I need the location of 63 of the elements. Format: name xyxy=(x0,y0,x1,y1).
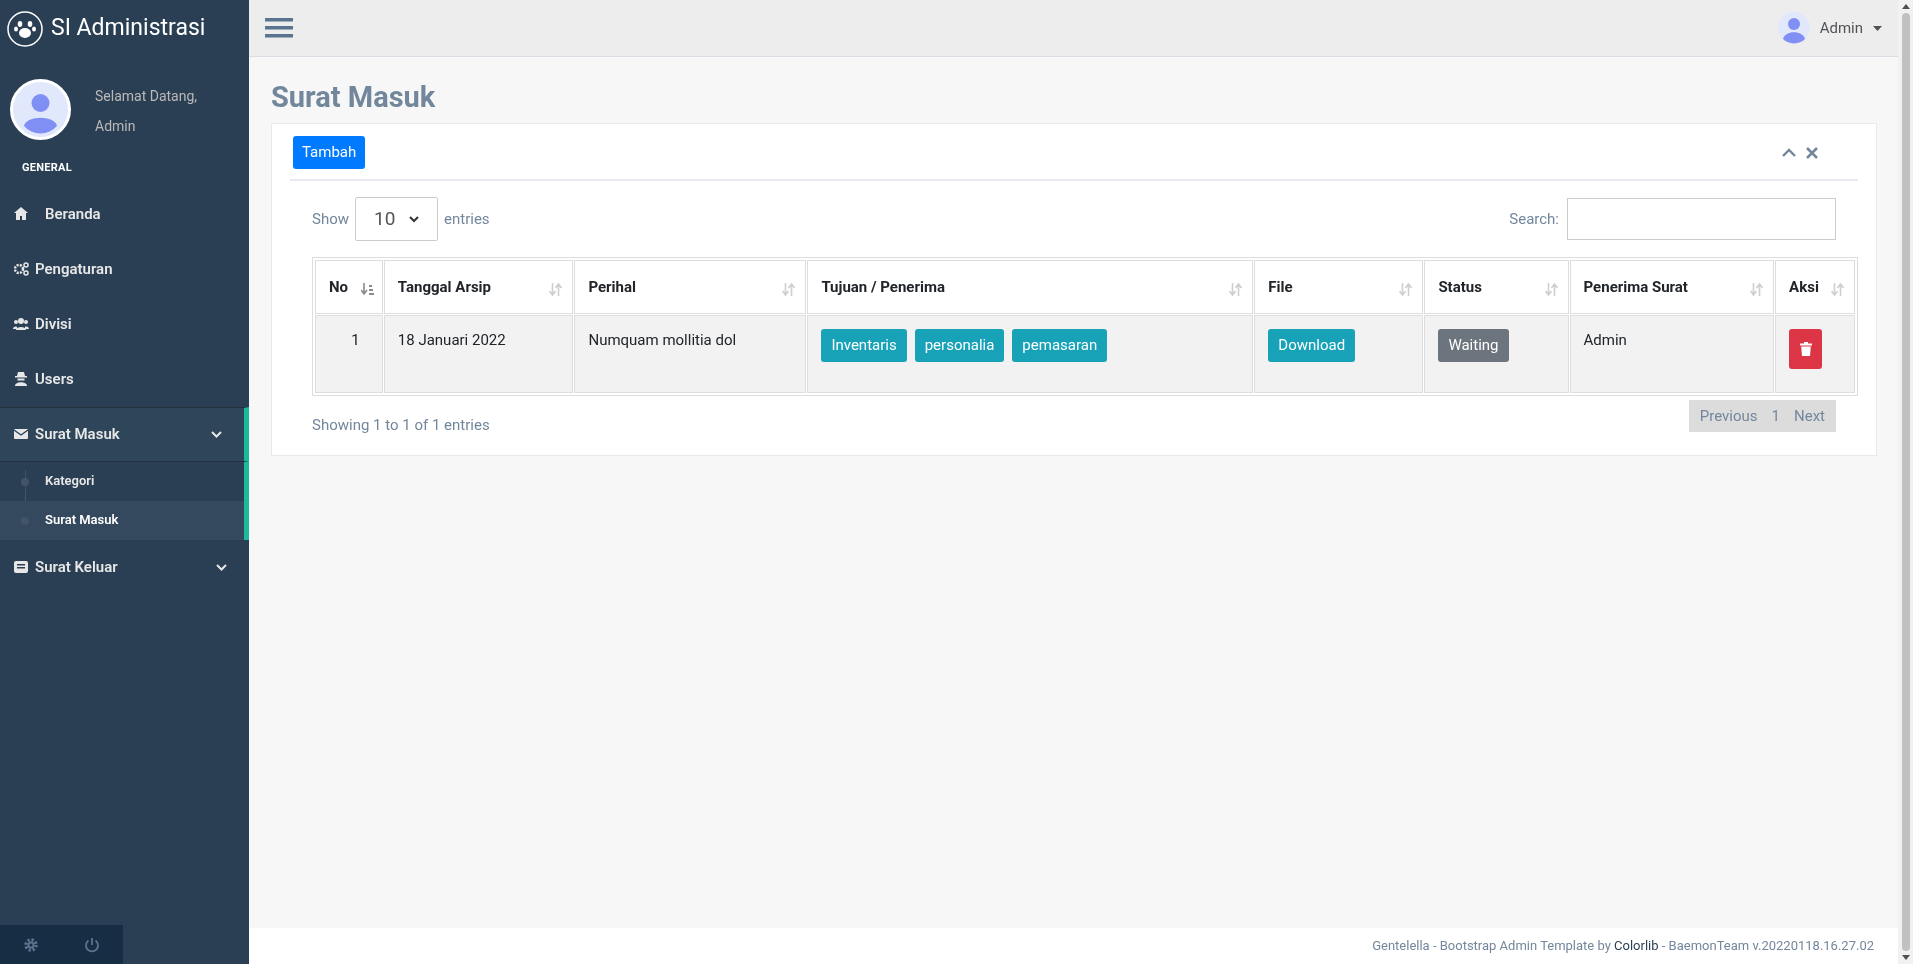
entries-label: entries xyxy=(444,208,490,230)
users-icon xyxy=(13,316,29,332)
sort-icon xyxy=(1544,282,1558,296)
power-icon[interactable] xyxy=(84,936,101,953)
menu-item[interactable]: Beranda xyxy=(0,186,249,242)
table-cell: Numquam mollitia dol xyxy=(588,331,737,349)
chevron-down-icon xyxy=(216,563,227,571)
menu-icon[interactable] xyxy=(265,16,293,40)
recipient-badge: personalia xyxy=(914,329,1005,362)
page-size-select[interactable]: 10 xyxy=(355,197,438,241)
recipient-badge: pemasaran xyxy=(1012,329,1108,362)
caret-icon xyxy=(1873,25,1882,31)
menu-item[interactable]: Users xyxy=(0,351,249,407)
menu-item[interactable]: Divisi xyxy=(0,296,249,352)
delete-button[interactable] xyxy=(1789,329,1823,369)
sort-icon xyxy=(1750,282,1764,296)
submenu-item[interactable]: Surat Masuk xyxy=(0,500,244,540)
sort-ascending-icon xyxy=(360,282,374,296)
section-label: GENERAL xyxy=(21,160,73,176)
table-cell: Admin xyxy=(1583,331,1627,349)
collapse-icon[interactable] xyxy=(1782,148,1796,157)
page-title: Surat Masuk xyxy=(271,81,437,113)
table-cell: 18 Januari 2022 xyxy=(397,331,506,349)
welcome-text: Selamat Datang, xyxy=(95,87,198,106)
envelope-icon xyxy=(13,426,29,442)
search-label: Search: xyxy=(1509,208,1559,230)
settings-icon[interactable] xyxy=(22,936,39,953)
sort-icon xyxy=(1229,282,1243,296)
search-field[interactable] xyxy=(1567,198,1836,240)
footer-text: Gentelella - Bootstrap Admin Template by Colorlib - BaemonTeam v.20220118.16.27.02 xyxy=(1372,937,1874,956)
status-badge: Waiting xyxy=(1438,329,1509,362)
trash-icon xyxy=(1799,342,1812,356)
menu-item[interactable]: Pengaturan xyxy=(0,241,249,297)
inbox-icon xyxy=(13,559,29,575)
recipient-badge: Inventaris xyxy=(821,329,907,362)
scroll-down-icon[interactable] xyxy=(1901,955,1910,960)
chevron-down-icon xyxy=(409,215,419,223)
sort-icon xyxy=(1831,282,1844,296)
scroll-up-icon[interactable] xyxy=(1901,4,1910,9)
user-name: Admin xyxy=(95,117,137,136)
home-icon xyxy=(13,206,29,222)
user-menu[interactable]: Admin xyxy=(1777,12,1882,44)
brand-title[interactable]: SI Administrasi xyxy=(51,11,206,46)
submenu-item[interactable]: Kategori xyxy=(0,461,244,501)
paw-icon xyxy=(7,10,43,47)
menu-item[interactable]: Surat Masuk xyxy=(0,406,249,462)
table-info: Showing 1 to 1 of 1 entries xyxy=(312,415,490,436)
chevron-down-icon xyxy=(211,430,222,438)
footer-link[interactable]: Colorlib xyxy=(1614,938,1659,954)
sort-icon xyxy=(782,282,796,296)
add-button[interactable]: Tambah xyxy=(293,136,366,169)
scroll-thumb[interactable] xyxy=(1901,13,1910,951)
gears-icon xyxy=(13,261,29,277)
close-icon[interactable] xyxy=(1806,146,1818,159)
sort-icon xyxy=(549,282,563,296)
user-icon xyxy=(13,371,29,387)
show-label: Show xyxy=(312,208,349,230)
sort-icon xyxy=(1399,282,1413,296)
scrollbar[interactable] xyxy=(1898,0,1913,964)
avatar-icon xyxy=(1777,12,1810,44)
menu-item[interactable]: Surat Keluar xyxy=(0,539,249,595)
table-cell: 1 xyxy=(351,331,360,349)
avatar-icon xyxy=(10,79,71,140)
